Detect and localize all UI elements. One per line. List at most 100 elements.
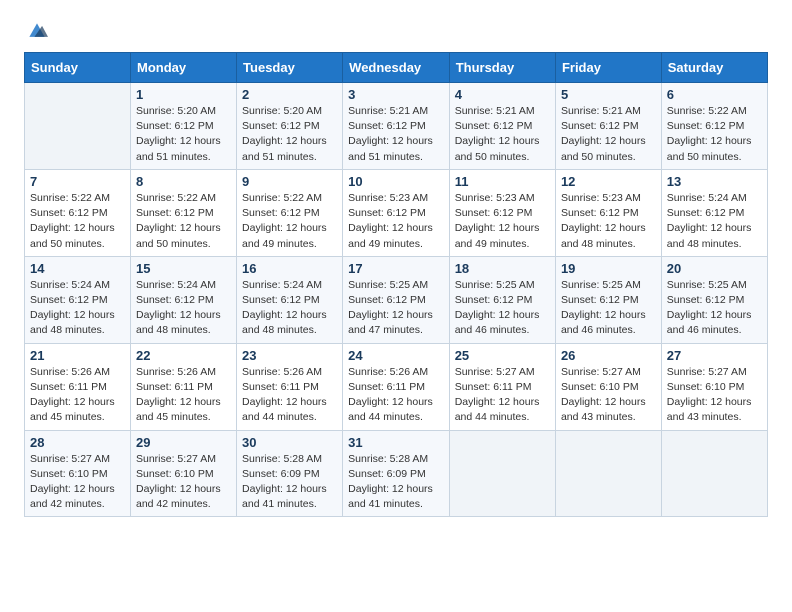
calendar-cell: 31 Sunrise: 5:28 AMSunset: 6:09 PMDayligh… (343, 430, 450, 517)
day-number: 31 (348, 435, 444, 450)
day-info: Sunrise: 5:24 AMSunset: 6:12 PMDaylight:… (667, 191, 762, 252)
week-row-5: 28 Sunrise: 5:27 AMSunset: 6:10 PMDayligh… (25, 430, 768, 517)
calendar-cell: 1Sunrise: 5:20 AMSunset: 6:12 PMDaylight… (131, 83, 237, 170)
day-number: 16 (242, 261, 337, 276)
calendar-cell: 20Sunrise: 5:25 AMSunset: 6:12 PMDayligh… (661, 256, 767, 343)
day-info: Sunrise: 5:25 AMSunset: 6:12 PMDaylight:… (455, 278, 550, 339)
header (24, 20, 768, 42)
day-number: 28 (30, 435, 125, 450)
day-info: Sunrise: 5:27 AMSunset: 6:10 PMDaylight:… (561, 365, 656, 426)
week-row-3: 14 Sunrise: 5:24 AMSunset: 6:12 PMDayligh… (25, 256, 768, 343)
day-info: Sunrise: 5:23 AMSunset: 6:12 PMDaylight:… (455, 191, 550, 252)
week-row-2: 7 Sunrise: 5:22 AMSunset: 6:12 PMDaylight… (25, 169, 768, 256)
day-info: Sunrise: 5:27 AMSunset: 6:11 PMDaylight:… (455, 365, 550, 426)
calendar-cell: 11 Sunrise: 5:23 AMSunset: 6:12 PMDayligh… (449, 169, 555, 256)
day-number: 25 (455, 348, 550, 363)
calendar-cell: 4Sunrise: 5:21 AMSunset: 6:12 PMDaylight… (449, 83, 555, 170)
calendar-cell: 17Sunrise: 5:25 AMSunset: 6:12 PMDayligh… (343, 256, 450, 343)
day-info: Sunrise: 5:24 AMSunset: 6:12 PMDaylight:… (242, 278, 337, 339)
calendar-cell (555, 430, 661, 517)
calendar-cell: 3Sunrise: 5:21 AMSunset: 6:12 PMDaylight… (343, 83, 450, 170)
calendar-cell: 28 Sunrise: 5:27 AMSunset: 6:10 PMDayligh… (25, 430, 131, 517)
header-day-sunday: Sunday (25, 53, 131, 83)
calendar-cell (661, 430, 767, 517)
day-info: Sunrise: 5:22 AMSunset: 6:12 PMDaylight:… (30, 191, 125, 252)
calendar-cell: 24 Sunrise: 5:26 AMSunset: 6:11 PMDayligh… (343, 343, 450, 430)
day-info: Sunrise: 5:25 AMSunset: 6:12 PMDaylight:… (561, 278, 656, 339)
day-number: 9 (242, 174, 337, 189)
day-info: Sunrise: 5:27 AMSunset: 6:10 PMDaylight:… (667, 365, 762, 426)
day-number: 19 (561, 261, 656, 276)
calendar-cell: 18 Sunrise: 5:25 AMSunset: 6:12 PMDayligh… (449, 256, 555, 343)
day-number: 22 (136, 348, 231, 363)
day-info: Sunrise: 5:23 AMSunset: 6:12 PMDaylight:… (348, 191, 444, 252)
day-number: 11 (455, 174, 550, 189)
day-info: Sunrise: 5:22 AMSunset: 6:12 PMDaylight:… (242, 191, 337, 252)
calendar-cell: 9 Sunrise: 5:22 AMSunset: 6:12 PMDaylight… (237, 169, 343, 256)
calendar-cell: 10 Sunrise: 5:23 AMSunset: 6:12 PMDayligh… (343, 169, 450, 256)
logo (24, 20, 50, 42)
calendar-cell: 21 Sunrise: 5:26 AMSunset: 6:11 PMDayligh… (25, 343, 131, 430)
day-number: 2 (242, 87, 337, 102)
day-number: 15 (136, 261, 231, 276)
calendar-cell (449, 430, 555, 517)
week-row-4: 21 Sunrise: 5:26 AMSunset: 6:11 PMDayligh… (25, 343, 768, 430)
calendar-cell: 30Sunrise: 5:28 AMSunset: 6:09 PMDayligh… (237, 430, 343, 517)
calendar-cell (25, 83, 131, 170)
day-info: Sunrise: 5:26 AMSunset: 6:11 PMDaylight:… (348, 365, 444, 426)
day-number: 14 (30, 261, 125, 276)
day-number: 23 (242, 348, 337, 363)
calendar-cell: 29 Sunrise: 5:27 AMSunset: 6:10 PMDayligh… (131, 430, 237, 517)
day-number: 13 (667, 174, 762, 189)
day-info: Sunrise: 5:28 AMSunset: 6:09 PMDaylight:… (348, 452, 444, 513)
header-day-friday: Friday (555, 53, 661, 83)
calendar-cell: 8 Sunrise: 5:22 AMSunset: 6:12 PMDaylight… (131, 169, 237, 256)
calendar-cell: 15 Sunrise: 5:24 AMSunset: 6:12 PMDayligh… (131, 256, 237, 343)
day-number: 29 (136, 435, 231, 450)
calendar-cell: 12Sunrise: 5:23 AMSunset: 6:12 PMDayligh… (555, 169, 661, 256)
header-day-wednesday: Wednesday (343, 53, 450, 83)
day-info: Sunrise: 5:26 AMSunset: 6:11 PMDaylight:… (242, 365, 337, 426)
calendar-cell: 2 Sunrise: 5:20 AMSunset: 6:12 PMDaylight… (237, 83, 343, 170)
day-number: 27 (667, 348, 762, 363)
week-row-1: 1 Sunrise: 5:20 AMSunset: 6:12 PMDaylight… (25, 83, 768, 170)
calendar-cell: 7 Sunrise: 5:22 AMSunset: 6:12 PMDaylight… (25, 169, 131, 256)
calendar-cell: 23 Sunrise: 5:26 AMSunset: 6:11 PMDayligh… (237, 343, 343, 430)
day-number: 6 (667, 87, 762, 102)
day-number: 10 (348, 174, 444, 189)
header-day-monday: Monday (131, 53, 237, 83)
day-info: Sunrise: 5:22 AMSunset: 6:12 PMDaylight:… (136, 191, 231, 252)
logo-icon (26, 20, 48, 42)
calendar-cell: 26 Sunrise: 5:27 AMSunset: 6:10 PMDayligh… (555, 343, 661, 430)
day-number: 1 (136, 87, 231, 102)
day-number: 7 (30, 174, 125, 189)
calendar-cell: 13 Sunrise: 5:24 AMSunset: 6:12 PMDayligh… (661, 169, 767, 256)
day-info: Sunrise: 5:20 AMSunset: 6:12 PMDaylight:… (242, 104, 337, 165)
calendar-cell: 16 Sunrise: 5:24 AMSunset: 6:12 PMDayligh… (237, 256, 343, 343)
calendar-cell: 6Sunrise: 5:22 AMSunset: 6:12 PMDaylight… (661, 83, 767, 170)
day-number: 12 (561, 174, 656, 189)
day-info: Sunrise: 5:25 AMSunset: 6:12 PMDaylight:… (348, 278, 444, 339)
calendar-cell: 14 Sunrise: 5:24 AMSunset: 6:12 PMDayligh… (25, 256, 131, 343)
header-row: SundayMondayTuesdayWednesdayThursdayFrid… (25, 53, 768, 83)
day-info: Sunrise: 5:27 AMSunset: 6:10 PMDaylight:… (136, 452, 231, 513)
day-number: 26 (561, 348, 656, 363)
day-number: 18 (455, 261, 550, 276)
day-number: 3 (348, 87, 444, 102)
day-info: Sunrise: 5:24 AMSunset: 6:12 PMDaylight:… (136, 278, 231, 339)
day-number: 30 (242, 435, 337, 450)
day-info: Sunrise: 5:24 AMSunset: 6:12 PMDaylight:… (30, 278, 125, 339)
calendar-cell: 5 Sunrise: 5:21 AMSunset: 6:12 PMDaylight… (555, 83, 661, 170)
calendar-cell: 22Sunrise: 5:26 AMSunset: 6:11 PMDayligh… (131, 343, 237, 430)
calendar-cell: 25 Sunrise: 5:27 AMSunset: 6:11 PMDayligh… (449, 343, 555, 430)
header-day-tuesday: Tuesday (237, 53, 343, 83)
day-info: Sunrise: 5:25 AMSunset: 6:12 PMDaylight:… (667, 278, 762, 339)
day-number: 21 (30, 348, 125, 363)
day-number: 5 (561, 87, 656, 102)
day-info: Sunrise: 5:27 AMSunset: 6:10 PMDaylight:… (30, 452, 125, 513)
day-number: 24 (348, 348, 444, 363)
day-info: Sunrise: 5:21 AMSunset: 6:12 PMDaylight:… (561, 104, 656, 165)
day-info: Sunrise: 5:26 AMSunset: 6:11 PMDaylight:… (30, 365, 125, 426)
calendar-table: SundayMondayTuesdayWednesdayThursdayFrid… (24, 52, 768, 517)
day-number: 8 (136, 174, 231, 189)
